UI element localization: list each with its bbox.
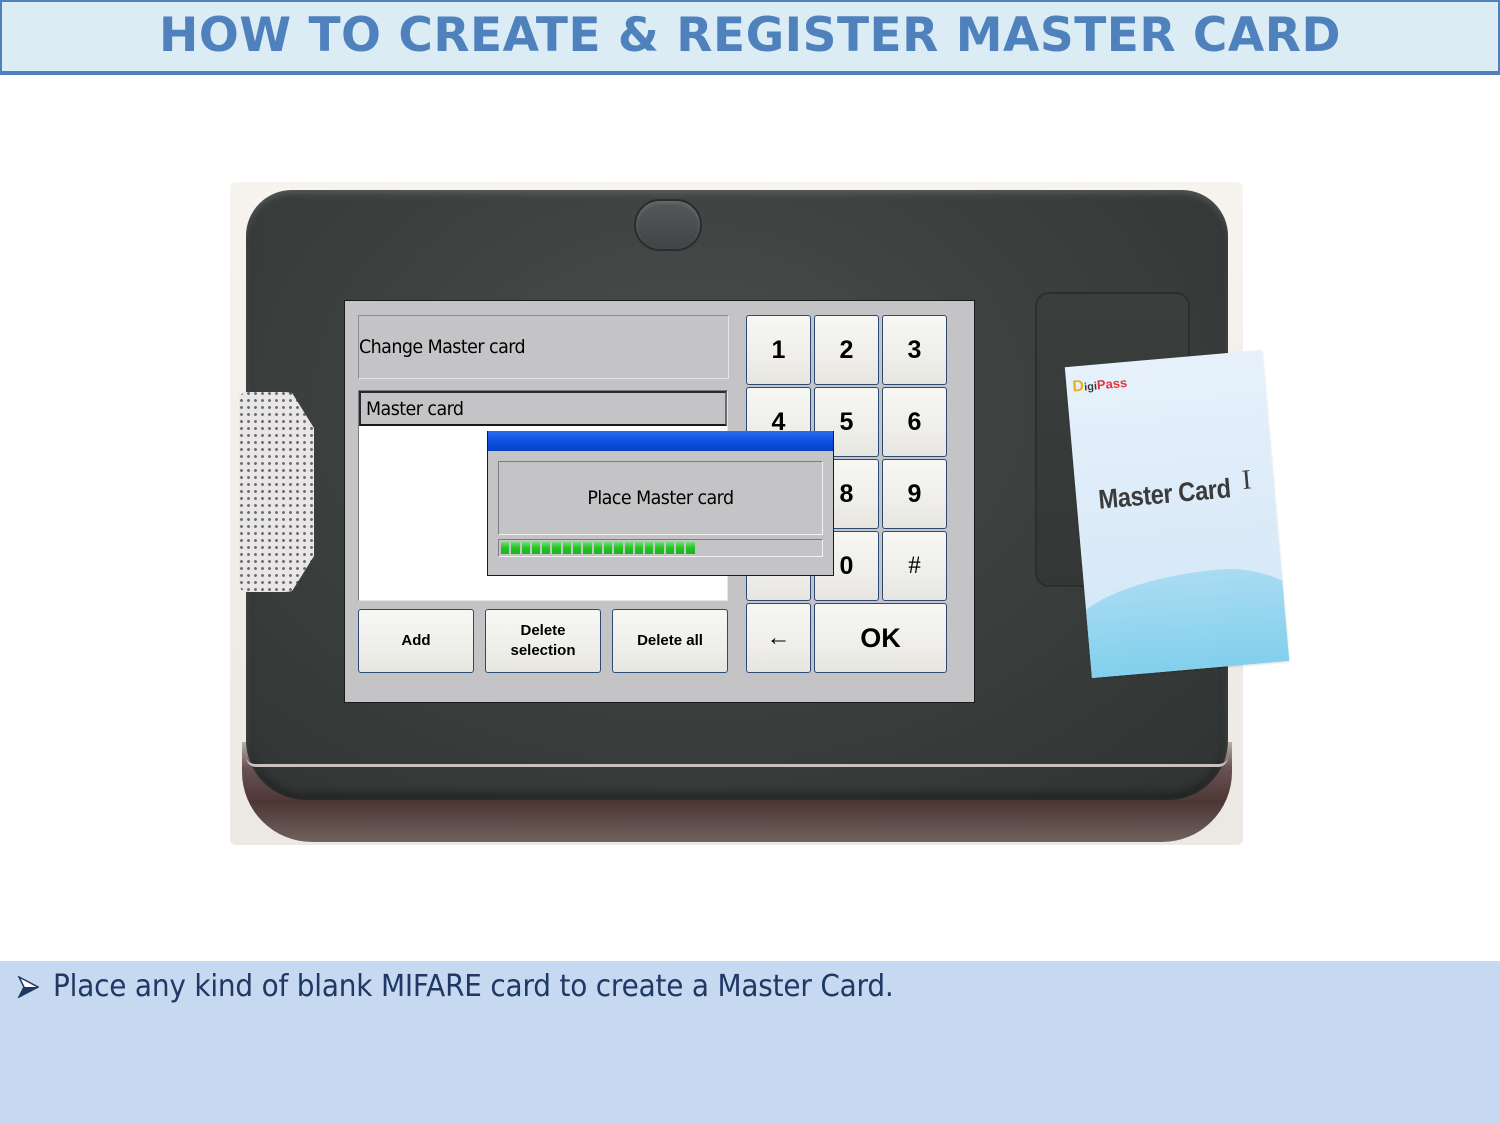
- instruction-text: Place any kind of blank MIFARE card to c…: [53, 969, 894, 1004]
- device-home-button: [634, 199, 702, 251]
- ok-button-label: OK: [860, 622, 901, 653]
- delete-selection-label-line2: selection: [510, 642, 576, 659]
- speaker-grille: [239, 392, 314, 592]
- instruction-panel: Place any kind of blank MIFARE card to c…: [0, 961, 1500, 1123]
- delete-all-label: Delete all: [637, 632, 703, 649]
- delete-selection-button[interactable]: Delete selection: [485, 609, 601, 673]
- progress-segment: [521, 542, 530, 554]
- key-5-label: 5: [839, 407, 854, 436]
- card-label: Master Card: [1097, 473, 1232, 515]
- progress-segment: [552, 542, 561, 554]
- list-column-header: Master card: [359, 391, 727, 426]
- progress-segment: [583, 542, 592, 554]
- progress-segment: [501, 542, 510, 554]
- progress-segment: [645, 542, 654, 554]
- progress-segment: [531, 542, 541, 554]
- arrow-bullet-icon: [17, 975, 39, 998]
- key-3[interactable]: 3: [882, 315, 947, 385]
- key-2-label: 2: [839, 335, 854, 364]
- page-title: HOW TO CREATE & REGISTER MASTER CARD: [159, 8, 1341, 63]
- progress-segment: [603, 542, 613, 554]
- add-button[interactable]: Add: [358, 609, 474, 673]
- key-9-label: 9: [907, 479, 922, 508]
- key-2[interactable]: 2: [814, 315, 879, 385]
- key-6[interactable]: 6: [882, 387, 947, 457]
- progress-segment: [511, 542, 520, 554]
- master-card-image: DigiPass Master Card I: [1064, 349, 1290, 679]
- progress-segment: [676, 542, 685, 554]
- dialog-message-box: Place Master card: [498, 461, 823, 535]
- backspace-button[interactable]: ←: [746, 603, 811, 673]
- progress-segment: [542, 542, 551, 554]
- instruction-item: Place any kind of blank MIFARE card to c…: [17, 969, 957, 1004]
- screen-title: Change Master card: [359, 336, 526, 358]
- delete-selection-label-line1: Delete: [520, 622, 566, 639]
- backspace-arrow-icon: ←: [766, 624, 791, 651]
- progress-segment: [665, 542, 675, 554]
- card-read-progress-bar: [498, 539, 823, 557]
- key-1[interactable]: 1: [746, 315, 811, 385]
- progress-segment: [593, 542, 602, 554]
- list-header-label: Master card: [366, 397, 464, 420]
- device-screen: Change Master card Master card Add Delet…: [344, 300, 975, 703]
- dialog-titlebar: [488, 431, 833, 451]
- title-banner: HOW TO CREATE & REGISTER MASTER CARD: [0, 0, 1500, 75]
- device-rim: [246, 757, 1228, 767]
- key-1-label: 1: [771, 335, 786, 364]
- progress-segment: [573, 542, 582, 554]
- dialog-message: Place Master card: [587, 487, 734, 509]
- progress-segment: [562, 542, 572, 554]
- progress-segment: [686, 542, 695, 554]
- progress-segment: [634, 542, 644, 554]
- progress-segment: [624, 542, 633, 554]
- card-wave-decoration: [1064, 560, 1290, 679]
- logo-letter-d: D: [1071, 377, 1085, 396]
- key-hash[interactable]: #: [882, 531, 947, 601]
- key-6-label: 6: [907, 407, 922, 436]
- progress-fill: [501, 542, 820, 554]
- place-card-dialog: Place Master card: [487, 431, 834, 576]
- ok-button[interactable]: OK: [814, 603, 947, 673]
- progress-segment: [614, 542, 623, 554]
- card-number: I: [1240, 464, 1253, 497]
- logo-pass: Pass: [1096, 374, 1128, 393]
- key-0-label: 0: [839, 551, 854, 580]
- add-button-label: Add: [401, 632, 431, 649]
- delete-all-button[interactable]: Delete all: [612, 609, 728, 673]
- key-8-label: 8: [839, 479, 854, 508]
- key-3-label: 3: [907, 335, 922, 364]
- progress-segment: [655, 542, 664, 554]
- key-9[interactable]: 9: [882, 459, 947, 529]
- digipass-logo: DigiPass: [1072, 374, 1128, 397]
- screen-title-box: Change Master card: [358, 315, 729, 379]
- key-hash-label: #: [908, 552, 921, 579]
